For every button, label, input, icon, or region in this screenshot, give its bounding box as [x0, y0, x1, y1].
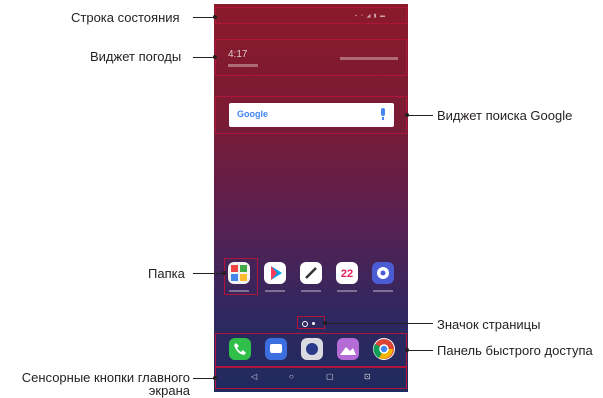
calendar-icon[interactable]: 22	[336, 262, 358, 284]
highlight-weather-widget	[215, 39, 407, 76]
label-google-search-widget: Виджет поиска Google	[437, 108, 573, 123]
label-home-touch-buttons-2: экрана	[148, 383, 190, 398]
label-quick-access-panel: Панель быстрого доступа	[437, 343, 593, 358]
leader-dot	[405, 113, 409, 117]
leader-weather	[193, 57, 215, 58]
leader-dot	[213, 15, 217, 19]
calendar-day: 22	[340, 268, 354, 280]
leader-dot	[405, 348, 409, 352]
leader-dot	[222, 271, 226, 275]
app-label-bar	[373, 290, 393, 292]
highlight-page-indicator	[297, 316, 325, 329]
app-label-bar	[265, 290, 285, 292]
label-weather-widget: Виджет погоды	[90, 49, 182, 64]
highlight-dock	[215, 333, 407, 367]
leader-status-bar	[193, 17, 215, 18]
settings-icon[interactable]	[372, 262, 394, 284]
pen-icon[interactable]	[300, 262, 322, 284]
highlight-nav-buttons	[215, 367, 407, 389]
leader-search	[407, 115, 433, 116]
app-label-bar	[301, 290, 321, 292]
leader-dot	[213, 55, 217, 59]
highlight-folder	[224, 258, 258, 295]
leader-page-indicator	[325, 323, 433, 324]
leader-dot	[213, 376, 217, 380]
label-folder: Папка	[148, 266, 185, 281]
leader-folder	[193, 273, 224, 274]
leader-nav-buttons	[193, 378, 215, 379]
leader-dock	[407, 350, 433, 351]
highlight-search-widget	[215, 96, 407, 134]
highlight-status-bar	[215, 7, 407, 24]
label-page-indicator: Значок страницы	[437, 317, 541, 332]
app-label-bar	[337, 290, 357, 292]
label-status-bar: Строка состояния	[71, 10, 180, 25]
leader-dot	[323, 321, 327, 325]
play-store-icon[interactable]	[264, 262, 286, 284]
